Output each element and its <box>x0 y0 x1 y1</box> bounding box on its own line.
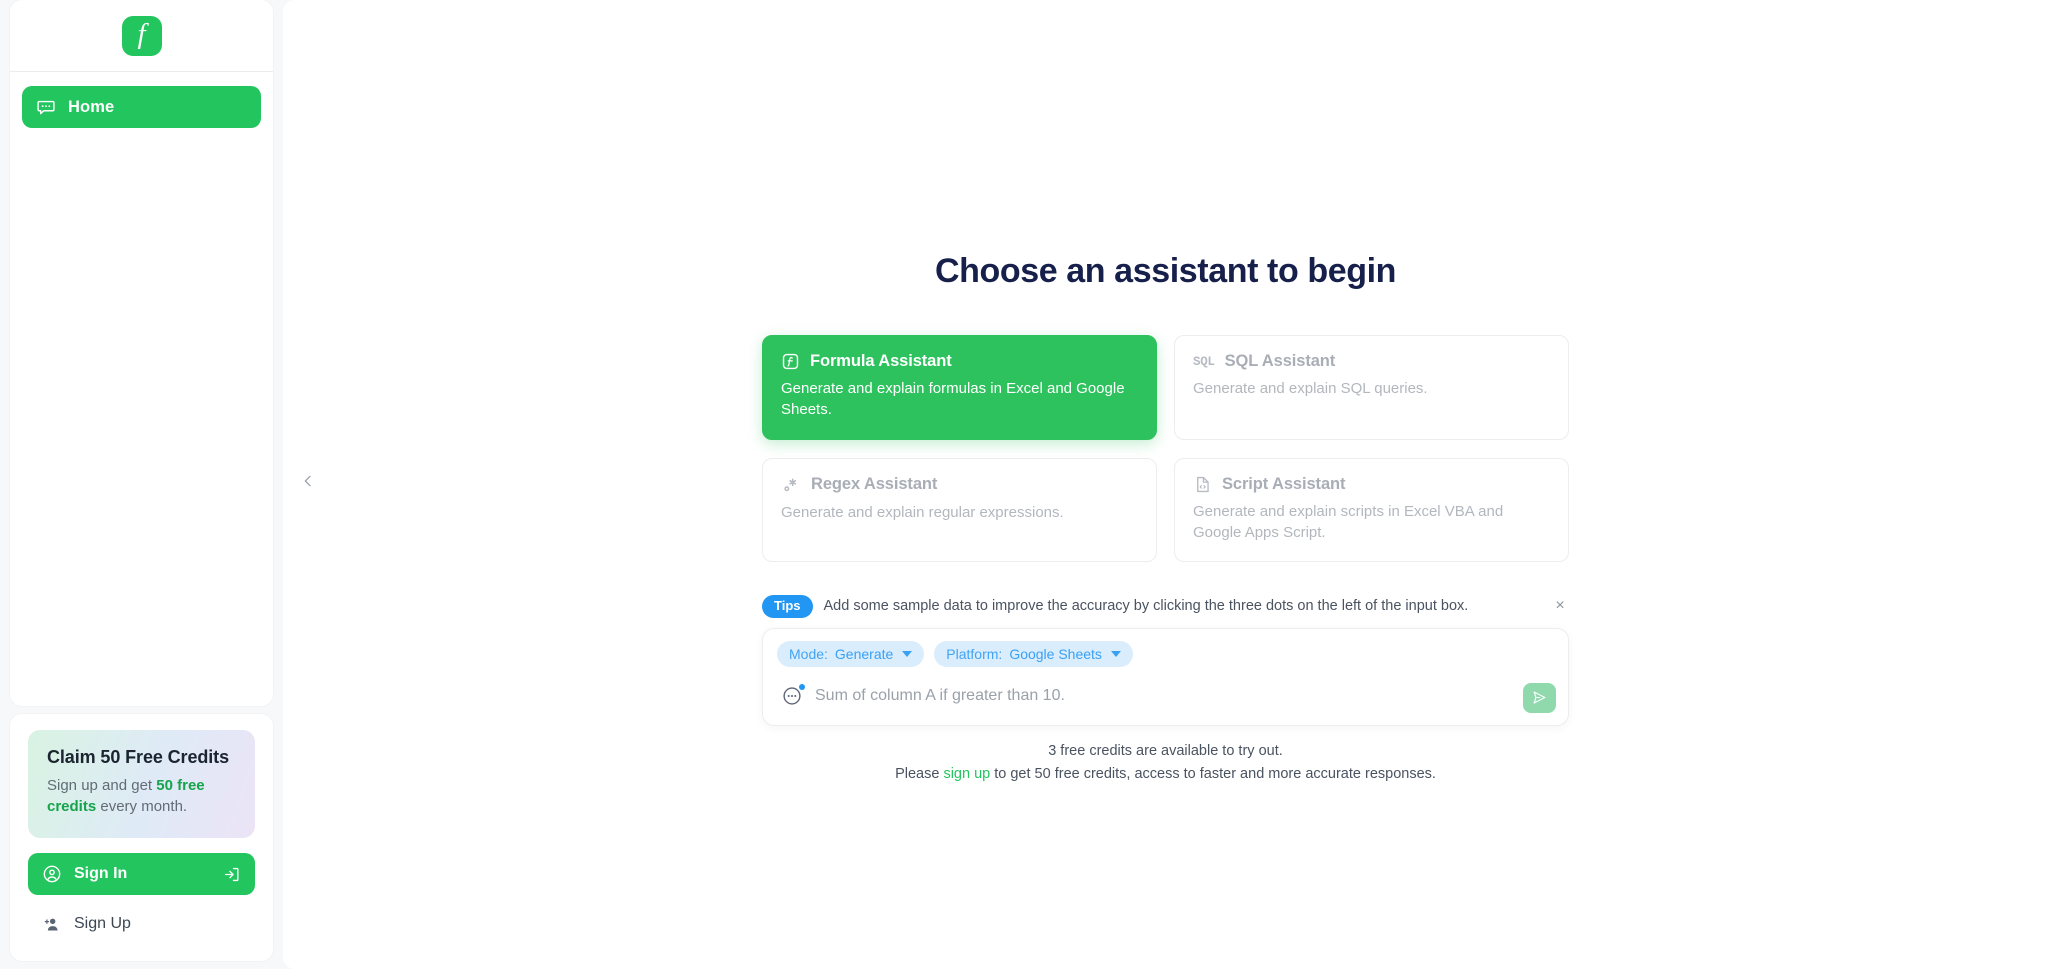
logo-row: f <box>10 0 273 72</box>
chat-bubble-icon <box>36 97 56 117</box>
notification-dot <box>799 683 805 690</box>
send-plane-icon <box>1531 689 1548 706</box>
sidebar-bottom-panel: Claim 50 Free Credits Sign up and get 50… <box>10 713 273 961</box>
assistant-card-script-desc: Generate and explain scripts in Excel VB… <box>1193 502 1504 541</box>
center-column: Choose an assistant to begin Formula Ass… <box>283 252 2048 786</box>
mode-dropdown-value: Generate <box>834 645 894 662</box>
tips-close-icon[interactable]: × <box>1551 597 1569 615</box>
three-dots-circle-icon[interactable] <box>781 683 805 707</box>
main-content: Choose an assistant to begin Formula Ass… <box>283 0 2048 969</box>
app-logo-icon[interactable]: f <box>121 15 162 56</box>
composer-chips: Mode: Generate Platform: Google Sheets <box>777 640 1556 667</box>
login-arrow-icon <box>222 865 241 884</box>
footnote-signup: Please sign up to get 50 free credits, a… <box>762 763 1569 786</box>
tips-badge[interactable]: Tips <box>762 595 813 618</box>
assistant-card-script[interactable]: Script Assistant Generate and explain sc… <box>1174 457 1569 563</box>
assistant-card-regex-title: Regex Assistant <box>811 475 938 494</box>
mode-dropdown[interactable]: Mode: Generate <box>777 640 925 667</box>
prompt-input[interactable] <box>815 686 1556 705</box>
prompt-composer: Mode: Generate Platform: Google Sheets <box>762 627 1569 726</box>
user-plus-icon <box>42 915 61 934</box>
footnote-signup-before: Please <box>895 765 944 782</box>
mode-dropdown-key: Mode: <box>789 645 828 662</box>
platform-dropdown[interactable]: Platform: Google Sheets <box>934 640 1133 667</box>
chevron-down-icon <box>1110 650 1121 657</box>
sign-up-label: Sign Up <box>74 915 131 932</box>
user-circle-icon <box>42 864 62 884</box>
sidebar-nav: Home <box>10 72 273 128</box>
assistant-card-sql[interactable]: SQL SQL Assistant Generate and explain S… <box>1174 335 1569 440</box>
page-title: Choose an assistant to begin <box>934 252 1397 290</box>
send-button[interactable] <box>1523 682 1556 713</box>
promo-text-after: every month. <box>96 798 188 816</box>
script-document-icon <box>1193 475 1212 494</box>
tips-text: Add some sample data to improve the accu… <box>823 598 1469 615</box>
sidebar-item-home-label: Home <box>68 97 115 116</box>
assistant-card-regex[interactable]: Regex Assistant Generate and explain reg… <box>762 457 1157 563</box>
assistant-card-grid: Formula Assistant Generate and explain f… <box>762 335 1569 563</box>
assistant-card-sql-head: SQL SQL Assistant <box>1193 352 1550 371</box>
footnote-credits: 3 free credits are available to try out. <box>1048 742 1283 759</box>
sidebar: f Home Claim 50 Free Credits Sign up and… <box>0 0 283 969</box>
app-root: f Home Claim 50 Free Credits Sign up and… <box>0 0 2048 969</box>
assistant-card-regex-head: Regex Assistant <box>781 475 1138 495</box>
platform-dropdown-key: Platform: <box>946 645 1003 662</box>
assistant-card-script-head: Script Assistant <box>1193 475 1550 494</box>
formula-f-box-icon <box>781 352 800 371</box>
assistant-card-sql-title: SQL Assistant <box>1224 352 1336 370</box>
footnotes: 3 free credits are available to try out.… <box>762 740 1569 786</box>
regex-asterisk-icon <box>781 475 801 495</box>
assistant-card-formula-title: Formula Assistant <box>810 352 952 370</box>
assistant-card-formula-desc: Generate and explain formulas in Excel a… <box>781 380 1125 419</box>
footnote-signup-link[interactable]: sign up <box>943 766 990 782</box>
sql-text-icon: SQL <box>1193 354 1215 369</box>
tips-banner: Tips Add some sample data to improve the… <box>762 595 1569 618</box>
chevron-down-icon <box>902 650 913 657</box>
promo-title: Claim 50 Free Credits <box>47 746 229 767</box>
assistant-card-formula[interactable]: Formula Assistant Generate and explain f… <box>762 335 1157 440</box>
promo-card[interactable]: Claim 50 Free Credits Sign up and get 50… <box>28 729 255 838</box>
assistant-card-script-title: Script Assistant <box>1222 474 1346 493</box>
sign-in-button[interactable]: Sign In <box>28 853 255 895</box>
assistant-card-sql-desc: Generate and explain SQL queries. <box>1193 380 1428 397</box>
footnote-signup-after: to get 50 free credits, access to faster… <box>990 765 1436 782</box>
sidebar-top-panel: f Home <box>10 0 273 706</box>
platform-dropdown-value: Google Sheets <box>1009 645 1102 662</box>
sign-up-button[interactable]: Sign Up <box>28 905 255 943</box>
sidebar-item-home[interactable]: Home <box>22 86 261 128</box>
promo-text-before: Sign up and get <box>47 776 157 794</box>
assistant-card-formula-head: Formula Assistant <box>781 352 1138 371</box>
composer-input-row <box>777 677 1556 715</box>
promo-description: Sign up and get 50 free credits every mo… <box>47 775 236 819</box>
sign-in-label: Sign In <box>74 865 128 882</box>
assistant-card-regex-desc: Generate and explain regular expressions… <box>781 503 1064 521</box>
